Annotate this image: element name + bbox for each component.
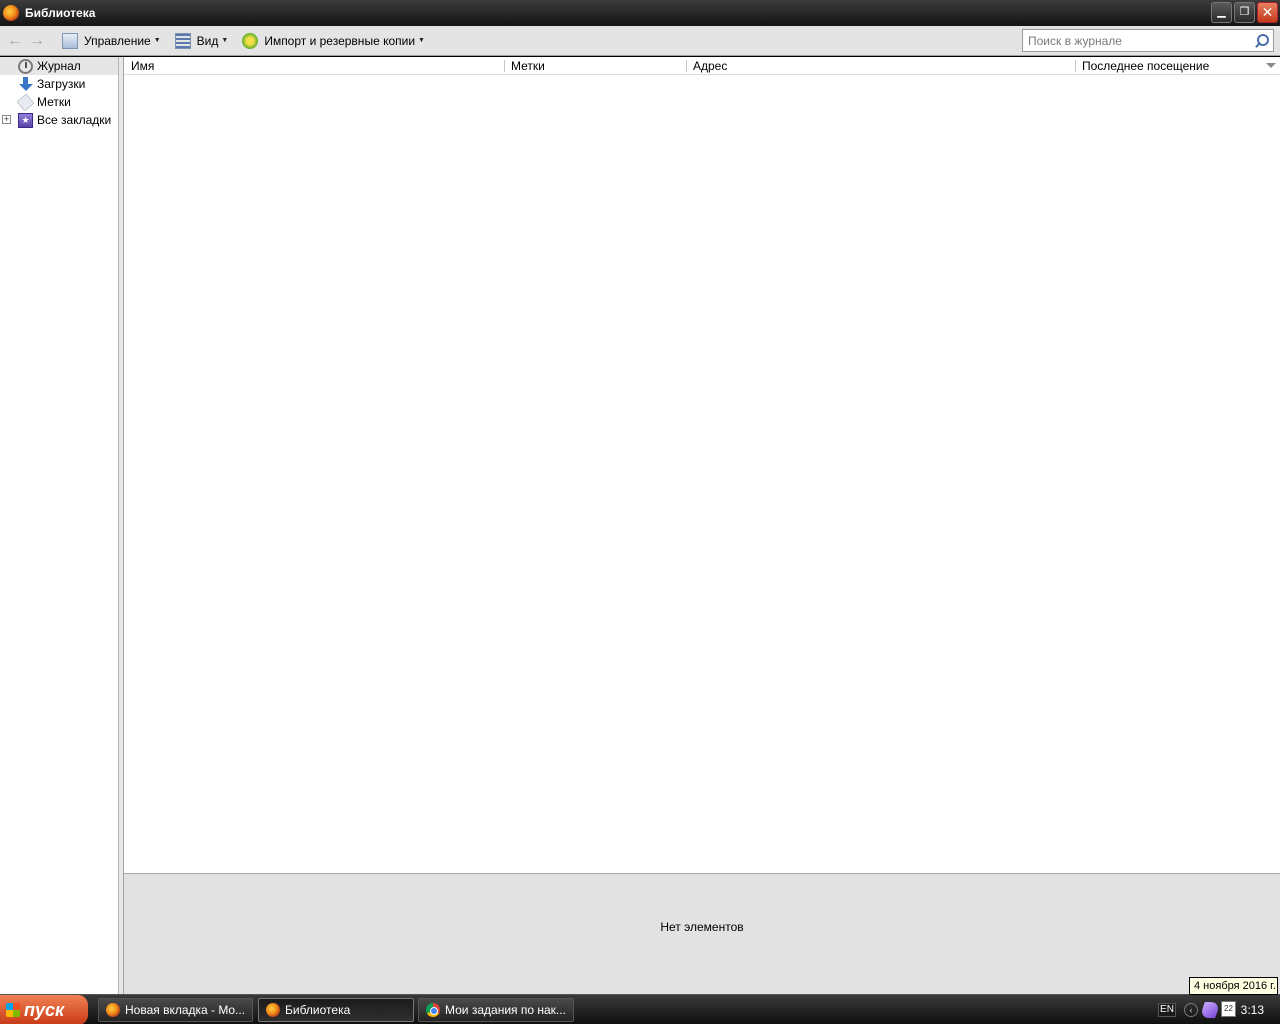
taskbar-item-label: Библиотека — [285, 1003, 351, 1017]
sidebar-item-label: Загрузки — [37, 77, 86, 91]
column-header-tags[interactable]: Метки — [504, 57, 686, 75]
sidebar-item-label: Журнал — [37, 59, 81, 73]
language-indicator[interactable]: EN — [1158, 1003, 1176, 1017]
firefox-icon — [266, 1003, 280, 1017]
bookmarks-icon: ★ — [18, 112, 33, 128]
firefox-icon — [106, 1003, 120, 1017]
back-button[interactable]: ← — [6, 32, 24, 50]
import-backup-button[interactable]: Импорт и резервные копии ▼ — [240, 30, 427, 52]
taskbar-item-chrome[interactable]: Мои задания по нак... — [418, 998, 574, 1022]
table-header: Имя Метки Адрес Последнее посещение — [124, 57, 1280, 75]
system-tray: EN ‹ 22 3:13 — [1148, 995, 1280, 1024]
tray-expand-icon[interactable]: ‹ — [1184, 1003, 1198, 1017]
chrome-icon — [426, 1003, 440, 1017]
taskbar-item-new-tab[interactable]: Новая вкладка - Mo... — [98, 998, 253, 1022]
view-label: Вид — [196, 33, 219, 48]
window-controls: ▁ ❐ ✕ — [1211, 2, 1278, 23]
sidebar-item-label: Метки — [37, 95, 71, 109]
minimize-button[interactable]: ▁ — [1211, 2, 1232, 23]
taskbar-item-library[interactable]: Библиотека — [258, 998, 414, 1022]
tags-icon — [16, 93, 35, 111]
feather-icon[interactable] — [1199, 1002, 1221, 1018]
taskbar-item-label: Мои задания по нак... — [445, 1003, 566, 1017]
import-backup-label: Импорт и резервные копии — [264, 33, 416, 48]
dropdown-arrow-icon: ▼ — [418, 37, 425, 44]
clock[interactable]: 3:13 — [1241, 995, 1264, 1024]
column-header-address[interactable]: Адрес — [686, 57, 1075, 75]
sidebar-item-tags[interactable]: Метки — [0, 93, 118, 111]
view-button[interactable]: Вид ▼ — [173, 30, 231, 52]
history-list[interactable] — [124, 75, 1280, 873]
import-star-icon — [242, 32, 259, 49]
start-button[interactable]: пуск — [0, 995, 88, 1024]
search-input[interactable] — [1023, 30, 1254, 51]
column-header-last-visit[interactable]: Последнее посещение — [1075, 57, 1280, 75]
empty-message: Нет элементов — [660, 920, 744, 934]
date-tooltip: 4 ноября 2016 г. — [1189, 977, 1278, 995]
start-label: пуск — [24, 1000, 65, 1020]
sidebar-item-downloads[interactable]: Загрузки — [0, 75, 118, 93]
forward-button[interactable]: → — [28, 32, 46, 50]
search-box — [1022, 29, 1274, 52]
places-sidebar: Журнал Загрузки Метки + ★ Все закладки — [0, 57, 119, 994]
window-titlebar[interactable]: Библиотека ▁ ❐ ✕ — [0, 0, 1280, 26]
restore-button[interactable]: ❐ — [1234, 2, 1255, 23]
organize-icon — [62, 32, 78, 49]
view-icon — [174, 32, 191, 49]
sidebar-item-all-bookmarks[interactable]: + ★ Все закладки — [0, 111, 118, 129]
windows-flag-icon — [6, 1003, 20, 1017]
sidebar-item-history[interactable]: Журнал — [0, 57, 118, 75]
close-button[interactable]: ✕ — [1257, 2, 1278, 23]
library-toolbar: ← → Управление ▼ Вид ▼ Импорт и резервны… — [0, 26, 1280, 56]
column-header-name[interactable]: Имя — [124, 57, 504, 75]
calendar-icon[interactable]: 22 — [1221, 1001, 1236, 1017]
downloads-icon — [18, 76, 33, 92]
sidebar-item-label: Все закладки — [37, 113, 112, 127]
organize-label: Управление — [84, 33, 151, 48]
taskbar-item-label: Новая вкладка - Mo... — [125, 1003, 246, 1017]
details-pane: Нет элементов — [124, 873, 1280, 994]
taskbar: пуск Новая вкладка - Mo... Библиотека Мо… — [0, 994, 1280, 1024]
expand-plus-icon[interactable]: + — [2, 115, 11, 124]
dropdown-arrow-icon: ▼ — [221, 37, 229, 44]
history-icon — [18, 58, 33, 74]
column-picker-icon[interactable] — [1266, 63, 1276, 68]
window-title: Библиотека — [25, 6, 96, 20]
dropdown-arrow-icon: ▼ — [153, 37, 161, 44]
firefox-icon — [3, 5, 19, 21]
search-icon[interactable] — [1254, 33, 1270, 49]
organize-button[interactable]: Управление ▼ — [60, 30, 163, 52]
